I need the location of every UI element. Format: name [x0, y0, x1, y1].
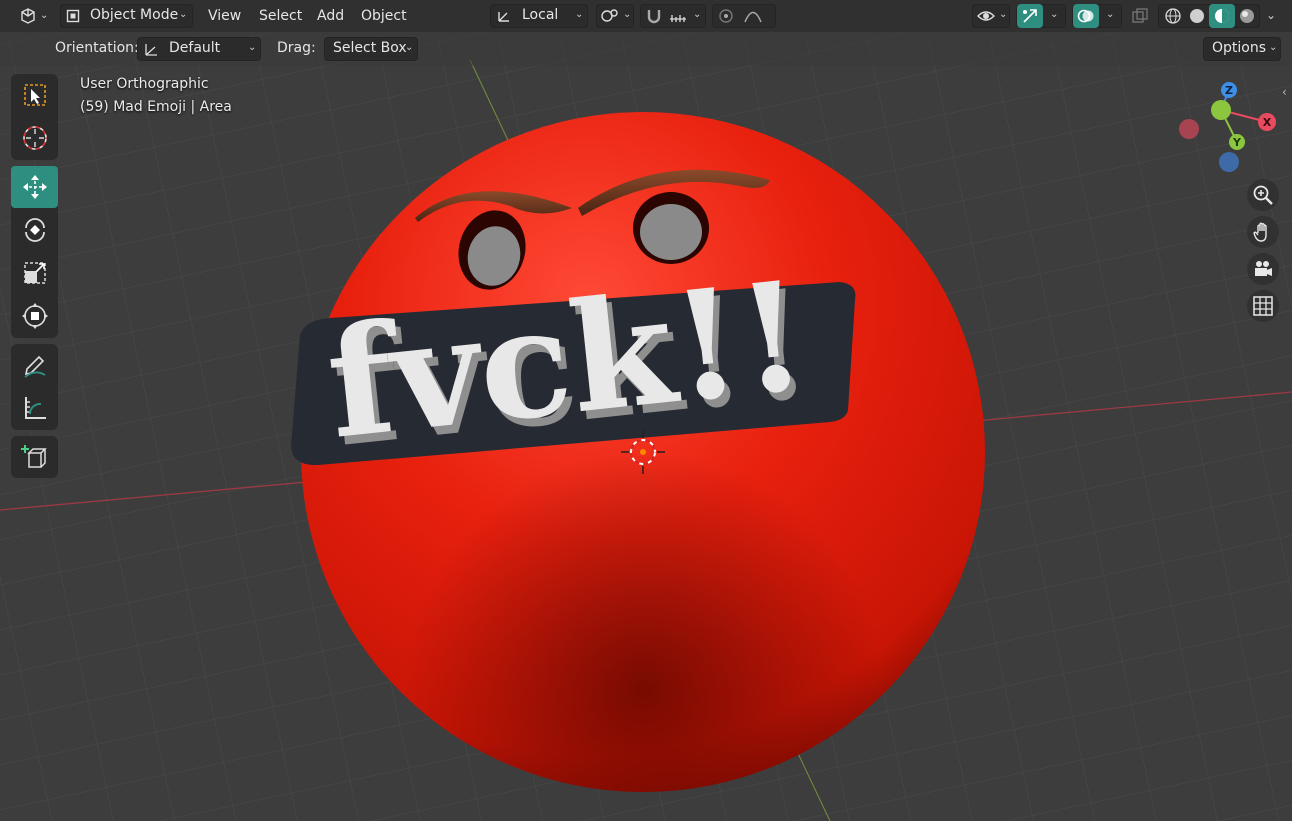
transform-icon — [21, 302, 49, 330]
gizmo-x-label: X — [1263, 116, 1272, 129]
xray-icon[interactable] — [1130, 7, 1150, 25]
editor-type-button[interactable]: ⌄ — [12, 4, 50, 28]
cursor-icon — [21, 124, 49, 152]
view-name: User Orthographic — [80, 76, 209, 92]
solid-shading-icon[interactable] — [1185, 5, 1209, 27]
overlay-toggle-group[interactable]: ⌄ — [1072, 4, 1122, 28]
viewport-header: ⌄ Object Mode ⌄ View Select Add Object L… — [0, 0, 1292, 32]
tool-settings-header: Orientation: Default ⌄ Drag: Select Box … — [0, 32, 1292, 66]
options-label: Options — [1212, 40, 1267, 56]
measure-tool[interactable] — [11, 387, 58, 429]
overlay-icon[interactable] — [1073, 4, 1099, 28]
transform-orientation-icon — [142, 41, 160, 57]
rendered-shading-icon[interactable] — [1235, 5, 1259, 27]
measure-ruler-icon — [21, 394, 49, 422]
chevron-down-icon: ⌄ — [405, 42, 414, 53]
chevron-down-icon: ⌄ — [179, 9, 188, 20]
orientation-value: Default — [169, 40, 221, 56]
annotate-tool[interactable] — [11, 344, 58, 386]
3d-viewport[interactable]: fvck!! fvck!! Z X Y — [0, 0, 1292, 821]
chevron-down-icon: ⌄ — [1269, 42, 1278, 53]
toolbar-group-select — [11, 74, 58, 160]
material-preview-icon[interactable] — [1209, 4, 1235, 28]
shading-dropdown-chevron-icon[interactable]: ⌄ — [1266, 8, 1276, 22]
eye-icon — [976, 7, 996, 25]
link-icon — [600, 7, 620, 25]
magnet-icon — [644, 7, 664, 25]
zoom-view-button[interactable] — [1247, 179, 1279, 211]
orientation-field-label: Orientation: — [55, 40, 139, 56]
pivot-point-dropdown[interactable]: ⌄ — [596, 4, 634, 28]
toolbar-group-add — [11, 436, 58, 478]
proportional-edit-icon — [716, 7, 736, 25]
scale-icon — [21, 259, 49, 287]
move-icon — [21, 173, 49, 201]
falloff-icon — [743, 7, 763, 25]
zoom-icon — [1252, 184, 1274, 206]
menu-add[interactable]: Add — [317, 5, 344, 27]
sidebar-toggle-icon[interactable]: ‹ — [1282, 85, 1287, 99]
chevron-down-icon: ⌄ — [1106, 9, 1115, 20]
chevron-down-icon: ⌄ — [248, 42, 257, 53]
add-cube-icon — [20, 443, 49, 471]
drag-dropdown[interactable]: Select Box ⌄ — [324, 37, 418, 61]
menu-select[interactable]: Select — [259, 5, 302, 27]
annotate-pencil-icon — [21, 351, 49, 379]
chevron-down-icon: ⌄ — [999, 9, 1008, 20]
mode-label: Object Mode — [90, 7, 179, 23]
rotate-tool[interactable] — [11, 209, 58, 251]
viewport-canvas: fvck!! fvck!! Z X Y — [0, 0, 1292, 821]
hand-icon — [1252, 221, 1274, 243]
snap-group[interactable]: ⌄ — [640, 4, 706, 28]
snap-increment-icon — [668, 7, 688, 25]
chevron-down-icon: ⌄ — [623, 9, 632, 20]
select-box-icon — [22, 82, 48, 108]
editor-type-icon — [19, 7, 37, 25]
orientation-dropdown[interactable]: Default ⌄ — [137, 37, 261, 61]
options-dropdown[interactable]: Options ⌄ — [1203, 37, 1281, 61]
cursor-tool[interactable] — [11, 117, 58, 159]
camera-view-button[interactable] — [1247, 253, 1279, 285]
chevron-down-icon: ⌄ — [1050, 9, 1059, 20]
pan-view-button[interactable] — [1247, 216, 1279, 248]
mode-dropdown[interactable]: Object Mode ⌄ — [60, 4, 193, 28]
orientation-icon — [495, 8, 513, 24]
gizmo-icon[interactable] — [1017, 4, 1043, 28]
transform-tool[interactable] — [11, 295, 58, 337]
move-tool[interactable] — [11, 166, 58, 208]
transform-orientation-dropdown[interactable]: Local ⌄ — [490, 4, 588, 28]
add-cube-tool[interactable] — [11, 436, 58, 478]
menu-view[interactable]: View — [208, 5, 241, 27]
proportional-edit-group[interactable] — [712, 4, 776, 28]
grid-icon — [1252, 295, 1274, 317]
drag-value: Select Box — [333, 40, 407, 56]
ortho-toggle-button[interactable] — [1247, 290, 1279, 322]
gizmo-y-label: Y — [1232, 136, 1242, 149]
camera-icon — [1252, 258, 1274, 280]
wireframe-shading-icon[interactable] — [1161, 5, 1185, 27]
gizmo-toggle-group[interactable]: ⌄ — [1016, 4, 1066, 28]
drag-field-label: Drag: — [277, 40, 316, 56]
visibility-dropdown[interactable]: ⌄ — [972, 4, 1010, 28]
chevron-down-icon: ⌄ — [575, 9, 584, 20]
menu-object[interactable]: Object — [361, 5, 407, 27]
toolbar-group-transform — [11, 166, 58, 338]
object-info: (59) Mad Emoji | Area — [80, 99, 232, 115]
scale-tool[interactable] — [11, 252, 58, 294]
toolbar-group-annotate — [11, 344, 58, 430]
gizmo-z-label: Z — [1225, 84, 1233, 97]
orientation-label: Local — [522, 7, 559, 23]
object-mode-icon — [65, 8, 81, 24]
select-box-tool[interactable] — [11, 74, 58, 116]
rotate-icon — [21, 216, 49, 244]
chevron-down-icon: ⌄ — [40, 10, 49, 21]
shading-group[interactable] — [1158, 4, 1260, 28]
chevron-down-icon: ⌄ — [693, 9, 702, 20]
